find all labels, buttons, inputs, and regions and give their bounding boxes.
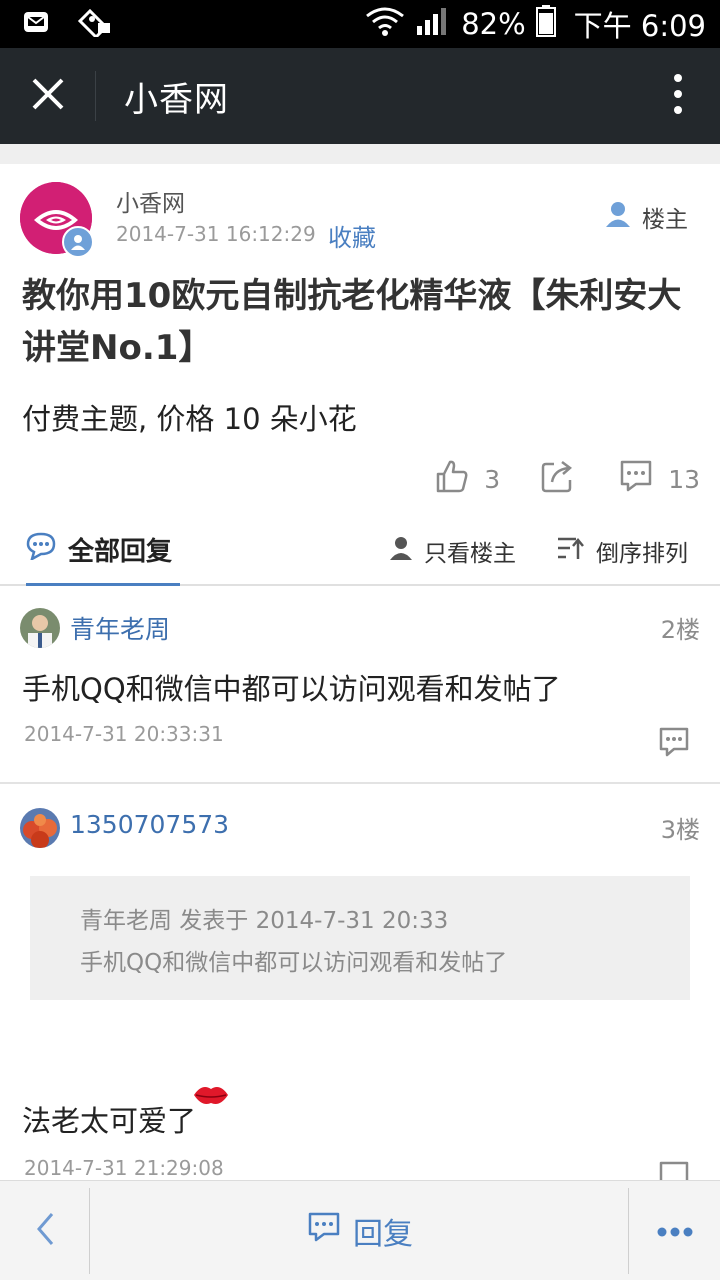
wifi-icon	[365, 6, 405, 43]
person-icon	[388, 535, 414, 567]
mail-icon	[22, 10, 50, 38]
battery-icon	[535, 4, 556, 44]
back-button[interactable]	[0, 1188, 90, 1274]
owner-label: 楼主	[642, 207, 688, 233]
tab-all-replies[interactable]: 全部回复	[26, 516, 180, 586]
reply-text: 法老太可爱了	[22, 1087, 230, 1140]
tab-all-replies-label: 全部回复	[68, 537, 173, 567]
post-body: 付费主题, 价格 10 朵小花	[22, 402, 357, 436]
reply-item: 青年老周 2楼 手机QQ和微信中都可以访问观看和发帖了 2014-7-31 20…	[0, 586, 720, 784]
reply-time: 2014-7-31 21:29:08	[24, 1156, 224, 1180]
post-time: 2014-7-31 16:12:29	[116, 222, 316, 246]
comment-button[interactable]: 13	[618, 458, 700, 500]
post-title: 教你用10欧元自制抗老化精华液【朱利安大讲堂No.1】	[22, 276, 682, 368]
post-author[interactable]: 小香网	[116, 184, 185, 218]
reply-button[interactable]: 回复	[92, 1181, 628, 1280]
comment-icon	[658, 727, 690, 762]
sort-icon	[556, 535, 586, 567]
person-icon	[604, 200, 632, 234]
signal-icon	[415, 6, 447, 43]
quote-text: 手机QQ和微信中都可以访问观看和发帖了	[80, 950, 508, 976]
quote-box: 青年老周 发表于 2014-7-31 20:33 手机QQ和微信中都可以访问观看…	[30, 876, 690, 1000]
owner-tag: 楼主	[604, 200, 688, 234]
tab-reverse-sort[interactable]: 倒序排列	[556, 534, 688, 568]
chevron-left-icon	[35, 1211, 55, 1251]
more-options-button[interactable]	[628, 1188, 720, 1274]
reply-author[interactable]: 1350707573	[70, 810, 229, 839]
tab-only-owner-label: 只看楼主	[424, 541, 516, 567]
avatar[interactable]	[20, 808, 60, 848]
reply-text-content: 法老太可爱了	[22, 1104, 197, 1138]
chat-bubble-icon	[26, 532, 56, 567]
post-stats: 3 13	[434, 458, 700, 500]
favorite-button[interactable]: 收藏	[328, 218, 376, 253]
more-vertical-icon	[674, 74, 682, 118]
thumbs-up-icon	[434, 458, 470, 500]
close-button[interactable]	[0, 71, 96, 121]
avatar[interactable]	[20, 608, 60, 648]
battery-percent: 82%	[461, 7, 526, 41]
reply-button-label: 回复	[353, 1217, 413, 1252]
reply-floor: 3楼	[660, 816, 700, 844]
reply-tabs: 全部回复 只看楼主 倒序排列	[0, 516, 720, 586]
page-title: 小香网	[124, 79, 229, 120]
status-bar: 82% 下午 6:09	[0, 0, 720, 48]
more-horizontal-icon	[657, 1222, 693, 1241]
app-bar: 小香网	[0, 48, 720, 144]
close-icon	[31, 77, 65, 115]
comment-count: 13	[668, 464, 700, 494]
share-icon	[540, 458, 576, 500]
reply-floor: 2楼	[660, 616, 700, 644]
reply-comment-button[interactable]	[658, 726, 690, 762]
like-count: 3	[484, 464, 501, 494]
more-menu-button[interactable]	[648, 48, 708, 144]
like-button[interactable]: 3	[434, 458, 500, 500]
tab-reverse-sort-label: 倒序排列	[596, 541, 688, 567]
reply-item: 1350707573 3楼 青年老周 发表于 2014-7-31 20:33 手…	[0, 786, 720, 1191]
lips-emoji-icon	[192, 1080, 230, 1114]
reply-author[interactable]: 青年老周	[70, 610, 170, 646]
quote-header: 青年老周 发表于 2014-7-31 20:33	[80, 908, 449, 934]
share-button[interactable]	[540, 458, 576, 500]
user-badge-icon	[62, 226, 94, 258]
tab-only-owner[interactable]: 只看楼主	[388, 534, 516, 568]
comment-icon	[618, 458, 654, 500]
reply-text: 手机QQ和微信中都可以访问观看和发帖了	[22, 672, 561, 706]
status-time: 下午 6:09	[573, 9, 706, 43]
ticket-icon	[76, 7, 112, 41]
reply-time: 2014-7-31 20:33:31	[24, 722, 224, 746]
bottom-bar: 回复	[0, 1180, 720, 1280]
comment-icon	[307, 1211, 341, 1251]
divider	[0, 144, 720, 164]
